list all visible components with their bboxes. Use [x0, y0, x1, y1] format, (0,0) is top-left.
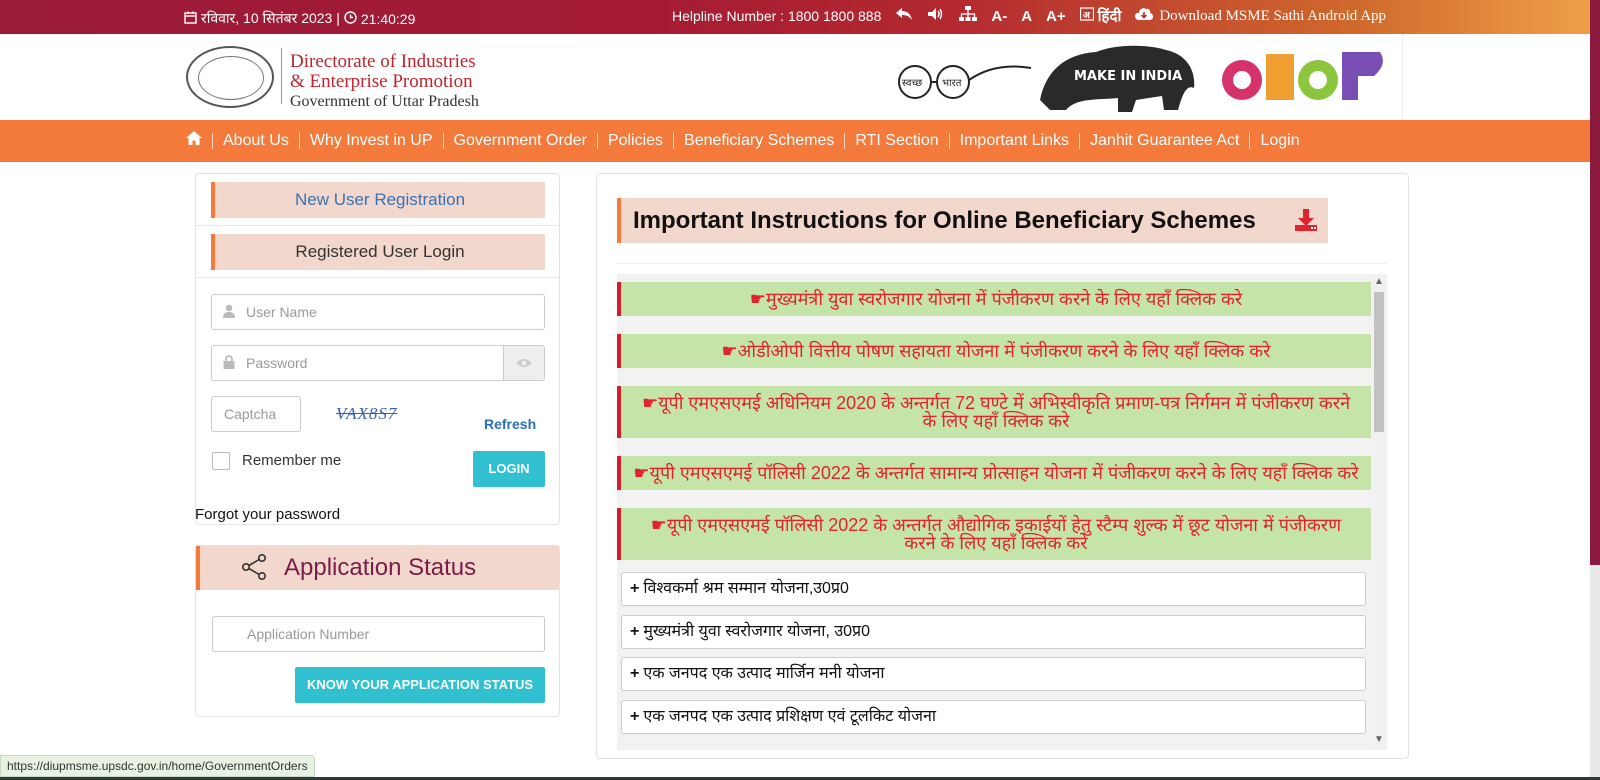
org-line-1: Directorate of Industries — [290, 51, 476, 72]
cloud-download-icon — [1135, 7, 1154, 26]
odop-logo — [1222, 52, 1383, 100]
plus-icon: + — [630, 580, 640, 597]
top-bar: रविवार, 10 सितंबर 2023 | 21:40:29 Helpli… — [0, 0, 1600, 34]
site-header: Directorate of Industries & Enterprise P… — [0, 34, 1590, 120]
instructions-panel: Important Instructions for Online Benefi… — [596, 173, 1409, 759]
svg-text:अ: अ — [1083, 11, 1091, 21]
download-app-label: Download MSME Sathi Android App — [1159, 7, 1387, 24]
accordion-item[interactable]: + एक जनपद एक उत्पाद मार्जिन मनी योजना — [621, 657, 1366, 691]
nav-policies[interactable]: Policies — [598, 120, 673, 162]
language-toggle[interactable]: अ हिंदी — [1079, 6, 1122, 26]
main-nav: About Us Why Invest in UP Government Ord… — [0, 120, 1590, 162]
header-divider — [281, 48, 282, 104]
nav-why-invest[interactable]: Why Invest in UP — [300, 120, 443, 162]
clock-icon — [344, 10, 357, 27]
home-icon[interactable] — [184, 120, 212, 162]
download-app-link[interactable]: Download MSME Sathi Android App — [1135, 7, 1386, 26]
know-application-status-button[interactable]: KNOW YOUR APPLICATION STATUS — [295, 667, 545, 703]
calendar-icon — [184, 11, 197, 27]
make-in-india-text: MAKE IN INDIA — [1074, 69, 1182, 84]
nav-important-links[interactable]: Important Links — [950, 120, 1079, 162]
accordion-item-label: विश्वकर्मा श्रम सम्मान योजना,उ0प्र0 — [643, 580, 849, 597]
swachh-right-text: भारत — [942, 78, 962, 89]
nav-about-us[interactable]: About Us — [213, 120, 299, 162]
user-icon — [212, 304, 246, 321]
font-normal-button[interactable]: A — [1021, 8, 1032, 25]
new-user-registration-tab[interactable]: New User Registration — [211, 182, 545, 218]
swachh-left-text: स्वच्छ — [902, 78, 922, 89]
org-line-2: & Enterprise Promotion — [290, 71, 473, 92]
password-placeholder: Password — [246, 355, 308, 371]
instructions-title-text: Important Instructions for Online Benefi… — [633, 207, 1256, 234]
download-icon[interactable] — [1294, 208, 1318, 232]
reply-icon[interactable] — [895, 7, 913, 25]
accordion-item-label: एक जनपद एक उत्पाद मार्जिन मनी योजना — [643, 665, 885, 682]
tab-divider — [196, 225, 559, 226]
tab-divider — [196, 277, 559, 278]
language-label: हिंदी — [1097, 8, 1122, 25]
eye-icon[interactable] — [503, 346, 544, 380]
scheme-link-odop-finance[interactable]: ☛ओडीओपी वित्तीय पोषण सहायता योजना में पं… — [617, 334, 1371, 368]
forgot-password-link[interactable]: Forgot your password — [195, 506, 340, 523]
remember-me-label: Remember me — [242, 452, 342, 469]
date-text: रविवार, 10 सितंबर 2023 | — [201, 10, 340, 26]
application-status-header: Application Status — [196, 546, 559, 590]
accordion-item-label: मुख्यमंत्री युवा स्वरोजगार योजना, उ0प्र0 — [643, 623, 871, 640]
nav-login[interactable]: Login — [1250, 120, 1309, 162]
header-right-border — [1402, 34, 1403, 120]
refresh-captcha-link[interactable]: Refresh — [484, 416, 536, 432]
scroll-down-arrow-icon[interactable]: ▼ — [1374, 734, 1384, 745]
application-number-input[interactable]: Application Number — [212, 616, 545, 652]
nav-rti-section[interactable]: RTI Section — [845, 120, 948, 162]
login-panel: New User Registration Registered User Lo… — [195, 173, 560, 525]
content-divider — [617, 263, 1387, 264]
scroll-up-arrow-icon[interactable]: ▲ — [1374, 276, 1384, 287]
scheme-link-yuva-swarozgar[interactable]: ☛मुख्यमंत्री युवा स्वरोजगार योजना में पं… — [617, 282, 1371, 316]
make-in-india-logo: MAKE IN INDIA — [1040, 45, 1195, 112]
schemes-scroll-area[interactable]: ☛मुख्यमंत्री युवा स्वरोजगार योजना में पं… — [617, 274, 1387, 750]
instructions-title: Important Instructions for Online Benefi… — [617, 198, 1328, 243]
plus-icon: + — [630, 665, 640, 682]
sitemap-icon[interactable] — [959, 6, 978, 26]
accordion-item[interactable]: + विश्वकर्मा श्रम सम्मान योजना,उ0प्र0 — [621, 572, 1366, 606]
password-field[interactable]: Password — [211, 345, 545, 381]
speaker-icon[interactable] — [927, 7, 945, 25]
font-increase-button[interactable]: A+ — [1046, 8, 1066, 25]
accordion-item[interactable]: + मुख्यमंत्री युवा स्वरोजगार योजना, उ0प्र… — [621, 615, 1366, 649]
plus-icon: + — [630, 623, 640, 640]
browser-status-url: https://diupmsme.upsdc.gov.in/home/Gover… — [0, 755, 315, 777]
nav-government-order[interactable]: Government Order — [444, 120, 597, 162]
time-text: 21:40:29 — [360, 10, 416, 27]
org-line-3: Government of Uttar Pradesh — [290, 93, 479, 110]
remember-me-checkbox[interactable] — [212, 452, 230, 470]
captcha-image: VAX8S7 — [336, 404, 398, 423]
username-placeholder: User Name — [246, 304, 317, 320]
scheme-link-msme-policy-stamp-duty[interactable]: ☛यूपी एमएसएमई पॉलिसी 2022 के अन्तर्गत औद… — [617, 508, 1371, 560]
accordion-item-label: एक जनपद एक उत्पाद प्रशिक्षण एवं टूलकिट य… — [643, 708, 937, 725]
application-status-panel: Application Status Application Number KN… — [195, 545, 560, 717]
plus-icon: + — [630, 708, 640, 725]
username-field[interactable]: User Name — [211, 294, 545, 330]
page-scrollbar[interactable] — [1590, 0, 1600, 780]
lock-icon — [212, 354, 246, 372]
helpline-text: Helpline Number : 1800 1800 888 — [672, 8, 882, 24]
font-decrease-button[interactable]: A- — [991, 8, 1007, 25]
application-status-title: Application Status — [284, 554, 477, 581]
inner-scrollbar-thumb[interactable] — [1374, 292, 1384, 432]
date-time: रविवार, 10 सितंबर 2023 | 21:40:29 — [184, 9, 415, 28]
scheme-link-msme-policy-general[interactable]: ☛यूपी एमएसएमई पॉलिसी 2022 के अन्तर्गत सा… — [617, 456, 1371, 490]
nav-janhit-guarantee[interactable]: Janhit Guarantee Act — [1080, 120, 1249, 162]
accordion-item[interactable]: + एक जनपद एक उत्पाद प्रशिक्षण एवं टूलकिट … — [621, 700, 1366, 734]
share-icon — [241, 553, 266, 580]
swachh-bharat-logo: स्वच्छ भारत — [898, 65, 1032, 99]
registered-user-login-tab[interactable]: Registered User Login — [211, 234, 545, 270]
language-icon: अ — [1079, 7, 1094, 25]
scheme-link-msme-act-2020[interactable]: ☛यूपी एमएसएमई अधिनियम 2020 के अन्तर्गत 7… — [617, 386, 1371, 438]
nav-beneficiary-schemes[interactable]: Beneficiary Schemes — [674, 120, 844, 162]
up-government-seal — [186, 46, 274, 108]
page-scrollbar-thumb[interactable] — [1590, 0, 1600, 565]
organization-name: Directorate of Industries & Enterprise P… — [290, 52, 479, 112]
login-button[interactable]: LOGIN — [473, 451, 545, 487]
captcha-input[interactable]: Captcha — [211, 396, 301, 432]
